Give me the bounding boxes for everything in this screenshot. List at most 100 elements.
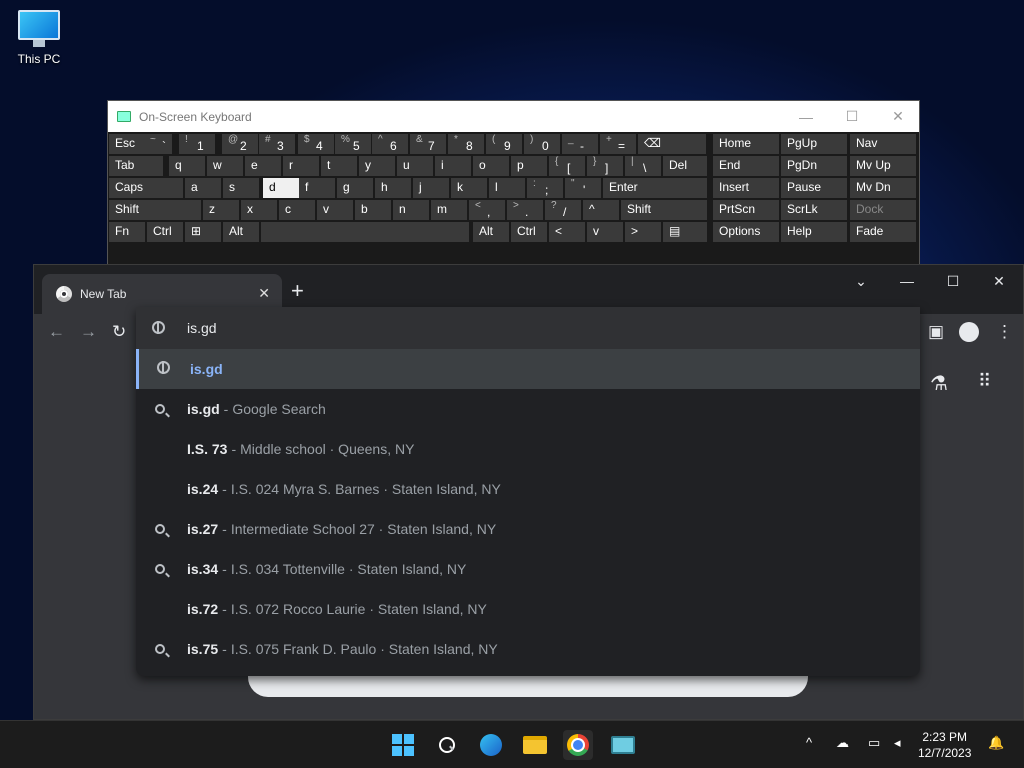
osk-key[interactable]: u — [397, 156, 433, 176]
osk-key[interactable]: Home — [713, 134, 779, 154]
minimize-button[interactable]: — — [783, 101, 829, 132]
suggestion-item[interactable]: is.75- I.S. 075 Frank D. Paulo · Staten I… — [136, 629, 920, 669]
osk-key[interactable]: % 5 — [335, 134, 371, 154]
osk-key[interactable]: Nav — [850, 134, 916, 154]
osk-key[interactable]: x — [241, 200, 277, 220]
search-button[interactable] — [432, 730, 462, 760]
close-button[interactable]: ✕ — [976, 265, 1022, 297]
this-pc-desktop-icon[interactable]: This PC — [12, 10, 66, 66]
osk-key[interactable]: Options — [713, 222, 779, 242]
osk-key[interactable]: & 7 — [410, 134, 446, 154]
osk-key[interactable]: End — [713, 156, 779, 176]
osk-key[interactable]: PrtScn — [713, 200, 779, 220]
osk-key[interactable]: Shift — [621, 200, 707, 220]
osk-key[interactable]: | \ — [625, 156, 661, 176]
osk-key[interactable]: _ - — [562, 134, 598, 154]
network-icon[interactable]: ▭ — [868, 735, 880, 751]
osk-key[interactable]: d — [263, 178, 299, 198]
osk-key[interactable] — [261, 222, 469, 242]
osk-key[interactable]: $4 — [298, 134, 334, 154]
osk-key[interactable]: j — [413, 178, 449, 198]
osk-key[interactable]: > — [625, 222, 661, 242]
osk-key[interactable]: p — [511, 156, 547, 176]
omnibox-input[interactable]: is.gd — [136, 307, 920, 349]
osk-key[interactable]: h — [375, 178, 411, 198]
file-explorer-icon[interactable] — [520, 730, 550, 760]
profile-avatar[interactable] — [959, 322, 979, 342]
osk-key[interactable]: c — [279, 200, 315, 220]
osk-key[interactable]: ⊞ — [185, 222, 221, 242]
osk-key[interactable]: < — [549, 222, 585, 242]
osk-key[interactable]: ~ ` — [144, 134, 172, 154]
osk-key[interactable]: q — [169, 156, 205, 176]
osk-key[interactable]: Shift — [109, 200, 201, 220]
osk-key[interactable]: Tab — [109, 156, 163, 176]
osk-key[interactable]: Enter — [603, 178, 707, 198]
maximize-button[interactable]: ☐ — [930, 265, 976, 297]
osk-key[interactable]: f — [299, 178, 335, 198]
osk-key[interactable]: #3 — [259, 134, 295, 154]
osk-key[interactable]: @2 — [222, 134, 258, 154]
notification-bell-icon[interactable]: 🔔 — [988, 735, 1004, 751]
search-box[interactable] — [248, 673, 808, 697]
close-tab-icon[interactable]: ✕ — [258, 285, 270, 302]
osk-key[interactable]: <, — [469, 200, 505, 220]
osk-key[interactable]: Alt — [223, 222, 259, 242]
osk-titlebar[interactable]: On-Screen Keyboard — ☐ ✕ — [108, 101, 919, 132]
osk-key[interactable]: i — [435, 156, 471, 176]
osk-key[interactable]: b — [355, 200, 391, 220]
osk-key[interactable]: o — [473, 156, 509, 176]
maximize-button[interactable]: ☐ — [829, 101, 875, 132]
osk-key[interactable]: k — [451, 178, 487, 198]
osk-key[interactable]: Mv Dn — [850, 178, 916, 198]
osk-key[interactable]: ScrLk — [781, 200, 847, 220]
chevron-up-icon[interactable]: ^ — [806, 735, 812, 750]
osk-key[interactable]: ▤ — [663, 222, 707, 242]
suggestion-item[interactable]: is.27- Intermediate School 27 · Staten Is… — [136, 509, 920, 549]
edge-icon[interactable] — [476, 730, 506, 760]
osk-key[interactable]: m — [431, 200, 467, 220]
chrome-taskbar-icon[interactable] — [563, 730, 593, 760]
osk-key[interactable]: Insert — [713, 178, 779, 198]
onedrive-icon[interactable]: ☁ — [836, 735, 849, 751]
osk-key[interactable]: PgUp — [781, 134, 847, 154]
osk-key[interactable]: z — [203, 200, 239, 220]
osk-key[interactable]: t — [321, 156, 357, 176]
osk-key[interactable]: l — [489, 178, 525, 198]
suggestion-item[interactable]: I.S. 73- Middle school · Queens, NY — [136, 429, 920, 469]
osk-key[interactable]: ! 1 — [179, 134, 215, 154]
suggestion-item[interactable]: is.34- I.S. 034 Tottenville · Staten Isla… — [136, 549, 920, 589]
osk-key[interactable]: n — [393, 200, 429, 220]
osk-key[interactable]: r — [283, 156, 319, 176]
suggestion-item[interactable]: is.gd - Google Search — [136, 389, 920, 429]
close-button[interactable]: ✕ — [875, 101, 921, 132]
new-tab-button[interactable]: + — [291, 278, 304, 304]
osk-key[interactable]: }] — [587, 156, 623, 176]
osk-key[interactable]: {[ — [549, 156, 585, 176]
osk-key[interactable]: Caps — [109, 178, 183, 198]
osk-key[interactable]: Ctrl — [511, 222, 547, 242]
osk-key[interactable]: a — [185, 178, 221, 198]
osk-key[interactable]: Help — [781, 222, 847, 242]
osk-key[interactable]: ^ — [583, 200, 619, 220]
osk-key[interactable]: Ctrl — [147, 222, 183, 242]
osk-key[interactable]: s — [223, 178, 259, 198]
labs-icon[interactable]: ⚗ — [930, 371, 948, 396]
minimize-button[interactable]: — — [884, 265, 930, 297]
forward-icon[interactable]: → — [80, 322, 97, 342]
side-panel-icon[interactable]: ▣ — [928, 322, 944, 342]
osk-key[interactable]: w — [207, 156, 243, 176]
suggestion-item[interactable]: is.gd — [136, 349, 920, 389]
osk-key[interactable]: g — [337, 178, 373, 198]
osk-key[interactable]: + = — [600, 134, 636, 154]
clock[interactable]: 2:23 PM 12/7/2023 — [918, 729, 971, 761]
osk-key[interactable]: ⌫ — [638, 134, 706, 154]
volume-icon[interactable]: ◂ — [894, 735, 901, 751]
osk-key[interactable]: (9 — [486, 134, 522, 154]
osk-key[interactable]: Esc — [109, 134, 149, 154]
osk-key[interactable]: >. — [507, 200, 543, 220]
osk-key[interactable]: e — [245, 156, 281, 176]
osk-key[interactable]: ? / — [545, 200, 581, 220]
osk-key[interactable]: " ' — [565, 178, 601, 198]
start-button[interactable] — [388, 730, 418, 760]
